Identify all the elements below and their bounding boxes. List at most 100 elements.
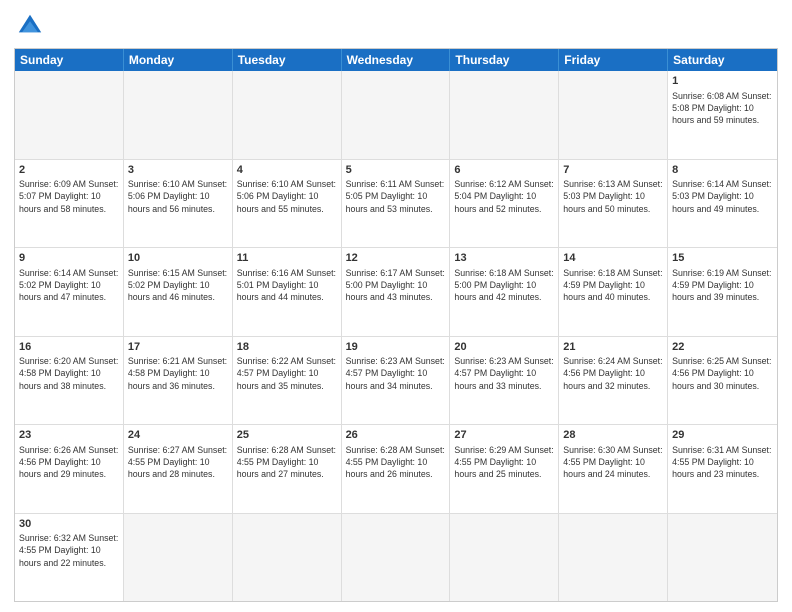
calendar-cell-6-5 (450, 514, 559, 602)
day-info: Sunrise: 6:18 AM Sunset: 5:00 PM Dayligh… (454, 267, 554, 303)
day-info: Sunrise: 6:22 AM Sunset: 4:57 PM Dayligh… (237, 355, 337, 391)
day-number: 28 (563, 428, 663, 443)
day-number: 20 (454, 340, 554, 355)
calendar-cell-4-7: 22Sunrise: 6:25 AM Sunset: 4:56 PM Dayli… (668, 337, 777, 425)
day-info: Sunrise: 6:09 AM Sunset: 5:07 PM Dayligh… (19, 178, 119, 214)
day-number: 1 (672, 74, 773, 89)
calendar-cell-3-6: 14Sunrise: 6:18 AM Sunset: 4:59 PM Dayli… (559, 248, 668, 336)
calendar-cell-6-6 (559, 514, 668, 602)
calendar-cell-1-3 (233, 71, 342, 159)
calendar-cell-2-1: 2Sunrise: 6:09 AM Sunset: 5:07 PM Daylig… (15, 160, 124, 248)
calendar-week-5: 23Sunrise: 6:26 AM Sunset: 4:56 PM Dayli… (15, 425, 777, 514)
day-info: Sunrise: 6:23 AM Sunset: 4:57 PM Dayligh… (346, 355, 446, 391)
day-number: 26 (346, 428, 446, 443)
day-number: 23 (19, 428, 119, 443)
day-number: 12 (346, 251, 446, 266)
day-number: 24 (128, 428, 228, 443)
day-info: Sunrise: 6:18 AM Sunset: 4:59 PM Dayligh… (563, 267, 663, 303)
day-number: 21 (563, 340, 663, 355)
day-number: 10 (128, 251, 228, 266)
header-day-tuesday: Tuesday (233, 49, 342, 71)
day-number: 18 (237, 340, 337, 355)
day-info: Sunrise: 6:11 AM Sunset: 5:05 PM Dayligh… (346, 178, 446, 214)
day-number: 27 (454, 428, 554, 443)
calendar-cell-5-1: 23Sunrise: 6:26 AM Sunset: 4:56 PM Dayli… (15, 425, 124, 513)
day-number: 30 (19, 517, 119, 532)
day-info: Sunrise: 6:30 AM Sunset: 4:55 PM Dayligh… (563, 444, 663, 480)
day-info: Sunrise: 6:16 AM Sunset: 5:01 PM Dayligh… (237, 267, 337, 303)
calendar-cell-4-4: 19Sunrise: 6:23 AM Sunset: 4:57 PM Dayli… (342, 337, 451, 425)
calendar-cell-5-6: 28Sunrise: 6:30 AM Sunset: 4:55 PM Dayli… (559, 425, 668, 513)
day-info: Sunrise: 6:13 AM Sunset: 5:03 PM Dayligh… (563, 178, 663, 214)
day-info: Sunrise: 6:27 AM Sunset: 4:55 PM Dayligh… (128, 444, 228, 480)
day-number: 15 (672, 251, 773, 266)
day-number: 13 (454, 251, 554, 266)
calendar-cell-6-1: 30Sunrise: 6:32 AM Sunset: 4:55 PM Dayli… (15, 514, 124, 602)
calendar-cell-5-7: 29Sunrise: 6:31 AM Sunset: 4:55 PM Dayli… (668, 425, 777, 513)
day-info: Sunrise: 6:29 AM Sunset: 4:55 PM Dayligh… (454, 444, 554, 480)
calendar-cell-6-4 (342, 514, 451, 602)
calendar-cell-5-3: 25Sunrise: 6:28 AM Sunset: 4:55 PM Dayli… (233, 425, 342, 513)
calendar: SundayMondayTuesdayWednesdayThursdayFrid… (14, 48, 778, 602)
calendar-cell-6-7 (668, 514, 777, 602)
day-info: Sunrise: 6:24 AM Sunset: 4:56 PM Dayligh… (563, 355, 663, 391)
day-info: Sunrise: 6:10 AM Sunset: 5:06 PM Dayligh… (237, 178, 337, 214)
day-info: Sunrise: 6:08 AM Sunset: 5:08 PM Dayligh… (672, 90, 773, 126)
day-info: Sunrise: 6:23 AM Sunset: 4:57 PM Dayligh… (454, 355, 554, 391)
day-info: Sunrise: 6:14 AM Sunset: 5:03 PM Dayligh… (672, 178, 773, 214)
day-number: 4 (237, 163, 337, 178)
calendar-cell-1-7: 1Sunrise: 6:08 AM Sunset: 5:08 PM Daylig… (668, 71, 777, 159)
calendar-cell-2-2: 3Sunrise: 6:10 AM Sunset: 5:06 PM Daylig… (124, 160, 233, 248)
day-info: Sunrise: 6:15 AM Sunset: 5:02 PM Dayligh… (128, 267, 228, 303)
logo-icon (14, 10, 46, 42)
calendar-cell-6-2 (124, 514, 233, 602)
header-day-monday: Monday (124, 49, 233, 71)
header-day-sunday: Sunday (15, 49, 124, 71)
calendar-cell-2-3: 4Sunrise: 6:10 AM Sunset: 5:06 PM Daylig… (233, 160, 342, 248)
day-info: Sunrise: 6:28 AM Sunset: 4:55 PM Dayligh… (346, 444, 446, 480)
day-number: 9 (19, 251, 119, 266)
day-number: 17 (128, 340, 228, 355)
calendar-cell-5-5: 27Sunrise: 6:29 AM Sunset: 4:55 PM Dayli… (450, 425, 559, 513)
calendar-cell-6-3 (233, 514, 342, 602)
calendar-cell-1-6 (559, 71, 668, 159)
calendar-cell-4-2: 17Sunrise: 6:21 AM Sunset: 4:58 PM Dayli… (124, 337, 233, 425)
day-number: 14 (563, 251, 663, 266)
day-number: 22 (672, 340, 773, 355)
page: SundayMondayTuesdayWednesdayThursdayFrid… (0, 0, 792, 612)
day-number: 2 (19, 163, 119, 178)
day-info: Sunrise: 6:10 AM Sunset: 5:06 PM Dayligh… (128, 178, 228, 214)
day-number: 6 (454, 163, 554, 178)
day-number: 3 (128, 163, 228, 178)
day-number: 19 (346, 340, 446, 355)
header (14, 10, 778, 42)
calendar-week-4: 16Sunrise: 6:20 AM Sunset: 4:58 PM Dayli… (15, 337, 777, 426)
header-day-friday: Friday (559, 49, 668, 71)
day-info: Sunrise: 6:26 AM Sunset: 4:56 PM Dayligh… (19, 444, 119, 480)
calendar-header: SundayMondayTuesdayWednesdayThursdayFrid… (15, 49, 777, 71)
logo (14, 10, 50, 42)
calendar-cell-4-3: 18Sunrise: 6:22 AM Sunset: 4:57 PM Dayli… (233, 337, 342, 425)
calendar-body: 1Sunrise: 6:08 AM Sunset: 5:08 PM Daylig… (15, 71, 777, 601)
calendar-cell-4-1: 16Sunrise: 6:20 AM Sunset: 4:58 PM Dayli… (15, 337, 124, 425)
calendar-cell-3-2: 10Sunrise: 6:15 AM Sunset: 5:02 PM Dayli… (124, 248, 233, 336)
calendar-cell-2-5: 6Sunrise: 6:12 AM Sunset: 5:04 PM Daylig… (450, 160, 559, 248)
day-info: Sunrise: 6:28 AM Sunset: 4:55 PM Dayligh… (237, 444, 337, 480)
calendar-cell-5-4: 26Sunrise: 6:28 AM Sunset: 4:55 PM Dayli… (342, 425, 451, 513)
day-number: 5 (346, 163, 446, 178)
calendar-cell-1-5 (450, 71, 559, 159)
day-number: 29 (672, 428, 773, 443)
day-info: Sunrise: 6:19 AM Sunset: 4:59 PM Dayligh… (672, 267, 773, 303)
calendar-week-1: 1Sunrise: 6:08 AM Sunset: 5:08 PM Daylig… (15, 71, 777, 160)
calendar-cell-2-6: 7Sunrise: 6:13 AM Sunset: 5:03 PM Daylig… (559, 160, 668, 248)
calendar-week-2: 2Sunrise: 6:09 AM Sunset: 5:07 PM Daylig… (15, 160, 777, 249)
day-number: 16 (19, 340, 119, 355)
calendar-cell-1-1 (15, 71, 124, 159)
day-number: 11 (237, 251, 337, 266)
day-info: Sunrise: 6:32 AM Sunset: 4:55 PM Dayligh… (19, 532, 119, 568)
day-info: Sunrise: 6:17 AM Sunset: 5:00 PM Dayligh… (346, 267, 446, 303)
day-info: Sunrise: 6:20 AM Sunset: 4:58 PM Dayligh… (19, 355, 119, 391)
day-info: Sunrise: 6:21 AM Sunset: 4:58 PM Dayligh… (128, 355, 228, 391)
calendar-cell-3-4: 12Sunrise: 6:17 AM Sunset: 5:00 PM Dayli… (342, 248, 451, 336)
day-info: Sunrise: 6:25 AM Sunset: 4:56 PM Dayligh… (672, 355, 773, 391)
